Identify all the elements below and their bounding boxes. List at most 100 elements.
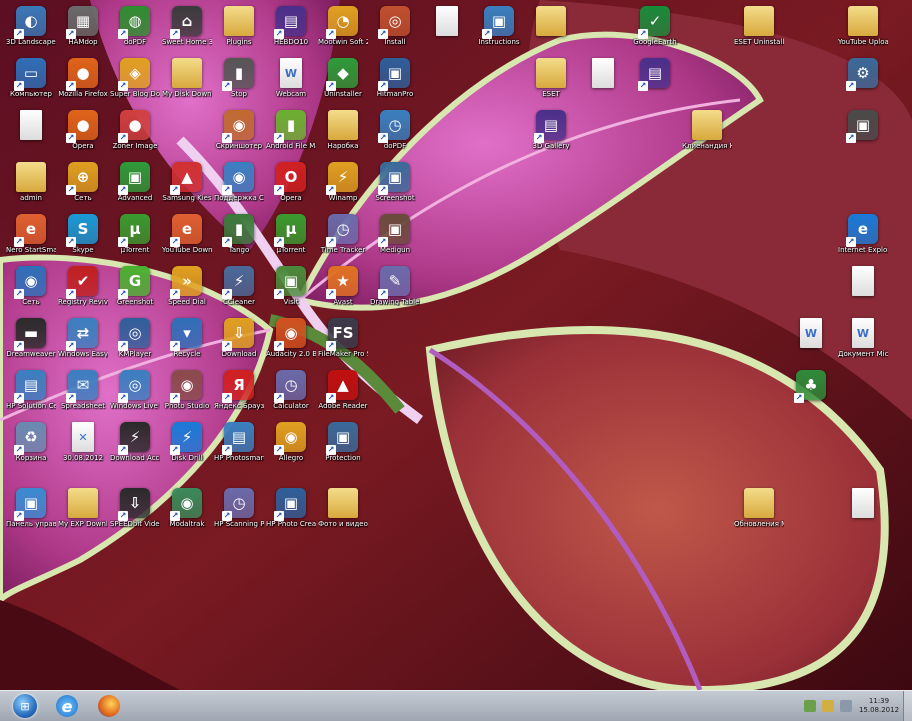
desktop-icon[interactable]	[526, 6, 576, 54]
desktop-icon[interactable]: ⚡Winamp	[318, 162, 368, 210]
show-desktop-button[interactable]	[903, 691, 912, 721]
desktop-icon[interactable]: ◉Allegro	[266, 422, 316, 470]
desktop-icon[interactable]: ◷doPDF	[370, 110, 420, 158]
desktop-icon[interactable]: OOpera	[266, 162, 316, 210]
desktop-icon[interactable]: ◷Calculator	[266, 370, 316, 418]
desktop-icon[interactable]: ✕ 30.08.2012	[58, 422, 108, 470]
desktop-icon[interactable]: ♣	[786, 370, 836, 418]
desktop-icon[interactable]: ◉Поддержка Classic Shell	[214, 162, 264, 210]
desktop-icon[interactable]: ◉Photo Studio	[162, 370, 212, 418]
desktop-icon[interactable]: W Документ Microsoft	[838, 318, 888, 366]
desktop-icon[interactable]	[422, 6, 472, 54]
desktop-icon[interactable]: ◉Audacity 2.0 Beta Daily	[266, 318, 316, 366]
desktop-icon[interactable]: ◉Сеть	[6, 266, 56, 314]
desktop-icon[interactable]: ▲Adobe Reader	[318, 370, 368, 418]
desktop-icon[interactable]: ◆Uninstaller	[318, 58, 368, 106]
desktop-icon[interactable]: ⚡Disk Drill	[162, 422, 212, 470]
desktop-icon[interactable]: ▮Stop	[214, 58, 264, 106]
desktop-icon[interactable]: ESET	[526, 58, 576, 106]
desktop-icon[interactable]: ▤	[630, 58, 680, 106]
desktop-icon[interactable]	[838, 266, 888, 314]
desktop-icon[interactable]: FSFileMaker Pro Studio	[318, 318, 368, 366]
desktop-icon[interactable]: µµTorrent	[266, 214, 316, 262]
desktop-icon[interactable]: ▭Компьютер	[6, 58, 56, 106]
desktop-icon[interactable]: ЯЯндекс Браузер	[214, 370, 264, 418]
desktop-icon[interactable]: ESET Uninstaller	[734, 6, 784, 54]
desktop-icon[interactable]: ▦HAMdop	[58, 6, 108, 54]
desktop-icon[interactable]: ✎Drawing Tablet	[370, 266, 420, 314]
desktop-icon[interactable]: ✓GoogleEarth	[630, 6, 680, 54]
desktop-icon[interactable]: eInternet Explorer	[838, 214, 888, 262]
desktop-icon[interactable]: ◔Mootwin Soft 2	[318, 6, 368, 54]
desktop-icon[interactable]: ▾Recycle	[162, 318, 212, 366]
desktop-icon[interactable]: ▤HEBDO10	[266, 6, 316, 54]
desktop-icon[interactable]: ◉Modaltrak	[162, 488, 212, 536]
desktop-icon[interactable]: Клиенандия Карвонн	[682, 110, 732, 158]
desktop-icon[interactable]: ●Zoner Image	[110, 110, 160, 158]
desktop-icon[interactable]: ⌂Sweet Home 3D	[162, 6, 212, 54]
desktop-icon[interactable]: ▣Screenshot	[370, 162, 420, 210]
desktop-icon[interactable]: My EXP Downloads	[58, 488, 108, 536]
desktop-icon[interactable]: GGreenshot	[110, 266, 160, 314]
desktop-icon[interactable]: ▮Tango	[214, 214, 264, 262]
desktop-icon[interactable]: Plugins	[214, 6, 264, 54]
desktop-icon[interactable]: µµTorrent	[110, 214, 160, 262]
desktop-icon[interactable]: ⚡CCleaner	[214, 266, 264, 314]
desktop-icon[interactable]: ●Opera	[58, 110, 108, 158]
desktop-icon[interactable]: ▣Visit	[266, 266, 316, 314]
desktop-icon[interactable]: ⚡Download Accelerator	[110, 422, 160, 470]
desktop-icon[interactable]: ▣HP Photo Creations	[266, 488, 316, 536]
desktop-icon[interactable]: eNero StartSmart	[6, 214, 56, 262]
desktop-icon[interactable]: ▤3D Gallery	[526, 110, 576, 158]
desktop-icon[interactable]: ◎Windows Live Movie	[110, 370, 160, 418]
desktop-icon[interactable]: ◐3D Landscape Deluxe 2.0	[6, 6, 56, 54]
desktop-icon[interactable]: ◎KMPlayer	[110, 318, 160, 366]
desktop-icon[interactable]: ✔Registry Reviver	[58, 266, 108, 314]
flag-icon[interactable]	[822, 700, 834, 712]
desktop-icon[interactable]: ◍doPDF	[110, 6, 160, 54]
start-button[interactable]: ⊞	[6, 693, 44, 719]
desktop-icon[interactable]: ▤HP Photosmart	[214, 422, 264, 470]
desktop-icon[interactable]: ⇩SPEEDbit Video Downloader	[110, 488, 160, 536]
clock[interactable]: 11:39 15.08.2012	[855, 697, 903, 715]
desktop-icon[interactable]: Обновления Microsoft	[734, 488, 784, 536]
desktop-icon[interactable]: ▮Android File Manager	[266, 110, 316, 158]
desktop-icon[interactable]	[578, 58, 628, 106]
network-icon[interactable]	[804, 700, 816, 712]
desktop-icon[interactable]: ◉Скриншотер	[214, 110, 264, 158]
desktop-icon[interactable]: ◎Install	[370, 6, 420, 54]
desktop-icon[interactable]: admin	[6, 162, 56, 210]
desktop-icon[interactable]: ◷HP Scanning Pro	[214, 488, 264, 536]
desktop-icon[interactable]: ▣Панель управления	[6, 488, 56, 536]
desktop-icon[interactable]: SSkype	[58, 214, 108, 262]
desktop-icon[interactable]: ▣Medigun	[370, 214, 420, 262]
desktop-icon[interactable]: ▲Samsung Kies	[162, 162, 212, 210]
desktop-icon[interactable]: ⇄Windows Easy Transfer	[58, 318, 108, 366]
desktop-icon[interactable]: My Disk Downloads	[162, 58, 212, 106]
desktop-icon[interactable]: ⇩Download	[214, 318, 264, 366]
desktop-icon[interactable]: eYouTube Downloader	[162, 214, 212, 262]
desktop-icon[interactable]: ▬Dreamweaver	[6, 318, 56, 366]
desktop-icon[interactable]: ●Mozilla Firefox	[58, 58, 108, 106]
desktop-icon[interactable]: W	[786, 318, 836, 366]
desktop-icon[interactable]: ⊕Сеть	[58, 162, 108, 210]
taskbar-internet-explorer-button[interactable]: e	[48, 693, 86, 719]
desktop-icon[interactable]: »Speed Dial	[162, 266, 212, 314]
desktop-icon[interactable]: ◈Super Blog Downloader	[110, 58, 160, 106]
desktop-icon[interactable]: W Webcam	[266, 58, 316, 106]
desktop-icon[interactable]: ▤HP Solution Center	[6, 370, 56, 418]
desktop-icon[interactable]	[838, 488, 888, 536]
volume-icon[interactable]	[840, 700, 852, 712]
desktop-icon[interactable]: ▣HitmanPro	[370, 58, 420, 106]
desktop-icon[interactable]: ▣Instructions	[474, 6, 524, 54]
desktop-icon[interactable]: ▣Protection	[318, 422, 368, 470]
desktop-icon[interactable]: ★Avast	[318, 266, 368, 314]
desktop-icon[interactable]	[6, 110, 56, 158]
taskbar-firefox-button[interactable]	[90, 693, 128, 719]
desktop-icon[interactable]: ⚙	[838, 58, 888, 106]
desktop-icon[interactable]: ♻Корзина	[6, 422, 56, 470]
desktop-icon[interactable]: Наробка	[318, 110, 368, 158]
desktop-icon[interactable]: ▣Advanced	[110, 162, 160, 210]
desktop-icon[interactable]: ▣	[838, 110, 888, 158]
desktop-icon[interactable]: ◷Time Tracker	[318, 214, 368, 262]
